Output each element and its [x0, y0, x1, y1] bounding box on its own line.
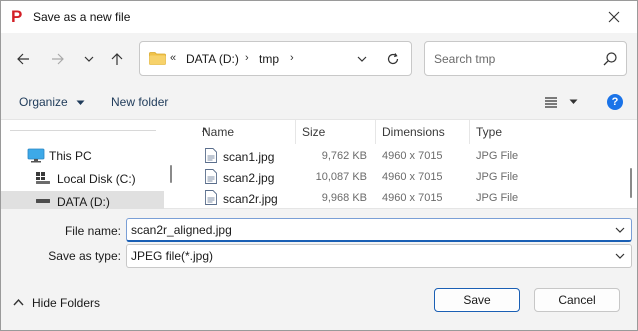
breadcrumb-separator[interactable]: ›: [245, 52, 249, 64]
column-header-label: Dimensions: [382, 125, 445, 139]
browser-area: This PC Local Disk (C:) DATA (D:) ^ Name…: [1, 119, 637, 209]
arrow-right-icon: [52, 53, 64, 65]
file-name-field[interactable]: scan2r_aligned.jpg: [126, 218, 632, 242]
title-bar: P Save as a new file: [1, 1, 637, 33]
file-size: 9,762 KB: [321, 150, 367, 162]
divider: [10, 130, 156, 131]
file-row[interactable]: scan2r.jpg 9,968 KB 4960 x 7015 JPG File: [179, 188, 619, 209]
nav-item-label: This PC: [49, 149, 92, 163]
save-as-type-value: JPEG file(*.jpg): [131, 249, 214, 263]
file-dimensions: 4960 x 7015: [382, 150, 443, 162]
file-type: JPG File: [476, 192, 519, 204]
svg-text:P: P: [11, 7, 22, 25]
image-file-icon: [205, 169, 217, 184]
organize-button[interactable]: Organize: [19, 95, 85, 109]
file-name: scan2r.jpg: [223, 192, 278, 206]
chevron-down-icon: [84, 56, 94, 62]
nav-item-label: DATA (D:): [57, 195, 110, 209]
save-as-type-label: Save as type:: [48, 249, 121, 263]
window-title: Save as a new file: [33, 10, 131, 24]
search-input[interactable]: Search tmp: [434, 52, 495, 66]
file-list-scrollbar[interactable]: [630, 168, 632, 198]
navigation-bar: « DATA (D:) › tmp › Search tmp: [1, 33, 637, 85]
folder-icon: [149, 52, 166, 65]
save-as-type-select[interactable]: JPEG file(*.jpg): [126, 244, 632, 268]
file-type: JPG File: [476, 150, 519, 162]
command-bar: Organize New folder ?: [1, 85, 637, 119]
nav-item-this-pc[interactable]: This PC: [1, 145, 164, 165]
chevron-down-icon[interactable]: [615, 225, 625, 235]
file-type: JPG File: [476, 171, 519, 183]
breadcrumb-separator[interactable]: ›: [290, 52, 294, 64]
column-header-name[interactable]: ^ Name: [202, 120, 296, 144]
column-header-dimensions[interactable]: Dimensions: [382, 120, 470, 144]
column-header-size[interactable]: Size: [302, 120, 376, 144]
file-name-input[interactable]: scan2r_aligned.jpg: [131, 223, 232, 237]
windows-drive-icon: [36, 172, 50, 184]
save-button[interactable]: Save: [434, 288, 520, 312]
refresh-icon: [387, 53, 399, 65]
arrow-up-icon: [111, 53, 123, 65]
hide-folders-label: Hide Folders: [32, 296, 101, 310]
file-row[interactable]: scan2.jpg 10,087 KB 4960 x 7015 JPG File: [179, 167, 619, 188]
file-dimensions: 4960 x 7015: [382, 192, 443, 204]
file-size: 10,087 KB: [315, 171, 367, 183]
forward-button[interactable]: [46, 47, 70, 71]
file-list[interactable]: ^ Name Size Dimensions Type scan1.jpg 9,…: [179, 120, 637, 208]
navigation-pane[interactable]: This PC Local Disk (C:) DATA (D:): [1, 120, 179, 209]
address-bar[interactable]: « DATA (D:) › tmp ›: [139, 41, 412, 76]
list-view-icon: [545, 97, 557, 108]
monitor-icon: [27, 148, 45, 163]
breadcrumb-data-drive[interactable]: DATA (D:): [186, 52, 239, 66]
file-name: scan1.jpg: [223, 150, 275, 164]
close-button[interactable]: [591, 1, 637, 33]
back-button[interactable]: [11, 47, 35, 71]
chevron-down-icon: [615, 253, 625, 259]
image-file-icon: [205, 190, 217, 205]
breadcrumb-tmp[interactable]: tmp: [259, 52, 279, 66]
cancel-button[interactable]: Cancel: [534, 288, 620, 312]
organize-label: Organize: [19, 95, 68, 109]
new-folder-button[interactable]: New folder: [111, 95, 168, 109]
recent-locations-button[interactable]: [77, 47, 101, 71]
arrow-left-icon: [17, 53, 29, 65]
image-file-icon: [205, 148, 217, 163]
column-header-label: Type: [476, 125, 503, 139]
chevron-down-icon: [357, 56, 367, 62]
caret-down-icon: [569, 99, 578, 104]
column-header-label: Size: [302, 125, 326, 139]
file-name-label: File name:: [64, 224, 121, 238]
search-box[interactable]: Search tmp: [424, 41, 627, 76]
file-dimensions: 4960 x 7015: [382, 171, 443, 183]
file-size: 9,968 KB: [321, 192, 367, 204]
p-logo-icon: P: [11, 7, 22, 25]
file-name: scan2.jpg: [223, 171, 275, 185]
save-dialog: P Save as a new file « DATA (D:) › tmp ›…: [0, 0, 638, 331]
column-header-label: Name: [202, 125, 235, 139]
caret-down-icon: [76, 100, 85, 105]
search-icon[interactable]: [602, 51, 618, 67]
view-options-button[interactable]: [544, 96, 580, 110]
drive-icon: [36, 199, 50, 203]
file-row[interactable]: scan1.jpg 9,762 KB 4960 x 7015 JPG File: [179, 146, 619, 167]
chevron-up-icon: [13, 298, 24, 306]
nav-item-local-disk-c[interactable]: Local Disk (C:): [1, 168, 164, 188]
nav-scrollbar[interactable]: [170, 165, 172, 183]
refresh-button[interactable]: [385, 51, 401, 67]
nav-item-label: Local Disk (C:): [57, 172, 136, 186]
address-dropdown-button[interactable]: [354, 51, 370, 67]
help-icon[interactable]: ?: [607, 94, 623, 110]
address-overflow[interactable]: «: [170, 52, 176, 64]
column-header-type[interactable]: Type: [476, 120, 566, 144]
nav-item-data-d[interactable]: DATA (D:): [1, 191, 164, 209]
up-button[interactable]: [105, 47, 129, 71]
close-icon: [608, 11, 620, 23]
